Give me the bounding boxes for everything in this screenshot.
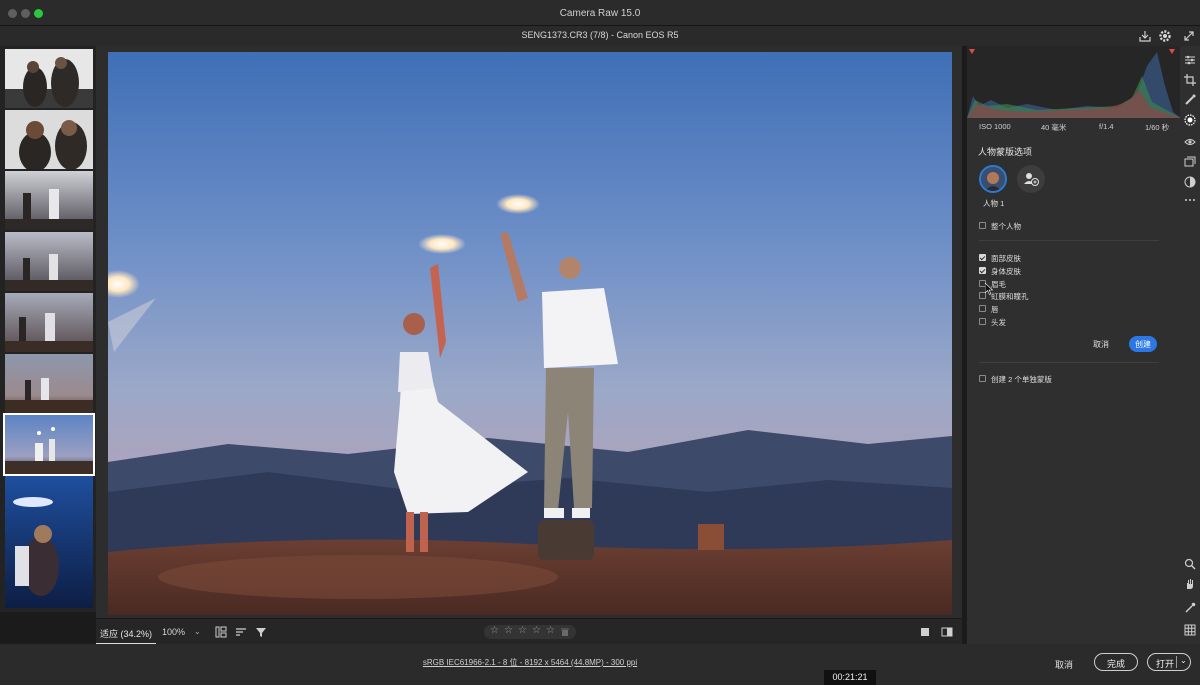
rating-star[interactable]: ☆ <box>532 625 541 636</box>
status-bar: sRGB IEC61966-2.1 - 8 位 - 8192 x 5464 (4… <box>0 644 1200 685</box>
checkbox[interactable] <box>979 318 986 325</box>
histogram <box>967 46 1181 118</box>
crop-icon[interactable] <box>1184 74 1196 86</box>
checkbox[interactable] <box>979 305 986 312</box>
trash-icon[interactable] <box>561 628 569 636</box>
masking-icon[interactable] <box>1184 114 1196 126</box>
checkbox-checked[interactable] <box>979 254 986 261</box>
open-options-caret[interactable]: ⌄ <box>1180 656 1187 665</box>
open-button-divider <box>1176 656 1177 668</box>
mask-create-button[interactable]: 创建 <box>1129 336 1157 352</box>
add-person-button[interactable] <box>1017 165 1045 193</box>
rating-star[interactable]: ☆ <box>518 625 527 636</box>
video-timecode: 00:21:21 <box>824 670 876 685</box>
checkbox[interactable] <box>979 375 986 382</box>
main-photo <box>108 52 952 615</box>
file-title: SENG1373.CR3 (7/8) - Canon EOS R5 <box>521 30 679 40</box>
checkbox-checked[interactable] <box>979 267 986 274</box>
window-titlebar: Camera Raw 15.0 <box>0 0 1200 26</box>
app-title: Camera Raw 15.0 <box>559 8 641 19</box>
sort-icon[interactable] <box>234 625 248 639</box>
tool-strip <box>1180 46 1200 644</box>
mouse-cursor-icon <box>985 283 993 295</box>
zoom-dropdown-caret[interactable]: ⌄ <box>194 627 201 636</box>
checkbox[interactable] <box>979 222 986 229</box>
add-person-icon <box>1024 173 1039 186</box>
filmstrip-thumb[interactable] <box>5 354 93 413</box>
rating-star[interactable]: ☆ <box>504 625 513 636</box>
color-sampler-icon[interactable] <box>1184 602 1196 614</box>
grid-overlay-icon[interactable] <box>1184 624 1196 636</box>
canvas-toolbar: 适应 (34.2%) 100% ⌄ ☆ ☆ ☆ ☆ ☆ <box>96 618 962 645</box>
cancel-button[interactable]: 取消 <box>1046 654 1082 672</box>
filmstrip-thumb[interactable] <box>5 171 93 230</box>
zoom-100-button[interactable]: 100% <box>162 627 185 637</box>
open-button-label: 打开 <box>1156 659 1175 669</box>
filmstrip-thumb[interactable] <box>5 49 93 108</box>
hand-tool-icon[interactable] <box>1184 578 1196 590</box>
filmstrip-toggle-icon[interactable] <box>214 625 228 639</box>
exif-info: ISO 1000 40 毫米 f/1.4 1/60 秒 <box>967 122 1181 134</box>
open-button[interactable]: 打开 ⌄ <box>1147 653 1191 671</box>
exif-shutter: 1/60 秒 <box>1145 123 1170 132</box>
done-button[interactable]: 完成 <box>1094 653 1138 671</box>
person-label: 人物 1 <box>983 199 1005 208</box>
exif-iso: ISO 1000 <box>979 122 1011 131</box>
edit-sliders-icon[interactable] <box>1184 54 1196 66</box>
zoom-fit-button[interactable]: 适应 (34.2%) <box>96 619 156 645</box>
zoom-tool-icon[interactable] <box>1184 558 1196 570</box>
download-icon[interactable] <box>1137 28 1153 44</box>
rating-star[interactable]: ☆ <box>490 625 499 636</box>
filmstrip-thumb[interactable] <box>5 110 93 169</box>
gear-icon[interactable] <box>1157 28 1173 44</box>
filmstrip-thumb[interactable] <box>5 293 93 352</box>
exif-aperture: f/1.4 <box>1099 122 1114 131</box>
filmstrip <box>0 46 96 612</box>
star-rating[interactable]: ☆ ☆ ☆ ☆ ☆ <box>484 625 576 639</box>
filmstrip-thumb[interactable] <box>5 476 93 608</box>
highlight-clip-icon <box>1169 49 1175 54</box>
snapshots-icon[interactable] <box>1184 156 1196 168</box>
image-canvas[interactable] <box>96 46 962 618</box>
red-eye-icon[interactable] <box>1184 136 1196 148</box>
healing-brush-icon[interactable] <box>1184 94 1196 106</box>
filter-icon[interactable] <box>254 625 268 639</box>
filmstrip-thumb-selected[interactable] <box>3 413 95 476</box>
presets-icon[interactable] <box>1184 176 1196 188</box>
panel-title: 人物蒙版选项 <box>978 147 1033 157</box>
single-view-icon[interactable] <box>918 625 932 639</box>
before-after-icon[interactable] <box>940 625 954 639</box>
expand-icon[interactable] <box>1181 28 1197 44</box>
rating-star[interactable]: ☆ <box>546 625 555 636</box>
divider <box>979 240 1159 241</box>
divider <box>979 362 1159 363</box>
person-1-thumbnail[interactable] <box>979 165 1007 193</box>
filmstrip-thumb[interactable] <box>5 232 93 291</box>
mask-cancel-button[interactable]: 取消 <box>1093 339 1109 350</box>
workflow-options-link[interactable]: sRGB IEC61966-2.1 - 8 位 - 8192 x 5464 (4… <box>0 657 1060 668</box>
file-header: SENG1373.CR3 (7/8) - Canon EOS R5 <box>0 26 1200 46</box>
more-icon[interactable] <box>1184 194 1196 206</box>
shadow-clip-icon <box>969 49 975 54</box>
exif-focal: 40 毫米 <box>1041 123 1067 132</box>
mask-options-panel: ISO 1000 40 毫米 f/1.4 1/60 秒 人物蒙版选项 人物 1 … <box>966 46 1181 644</box>
